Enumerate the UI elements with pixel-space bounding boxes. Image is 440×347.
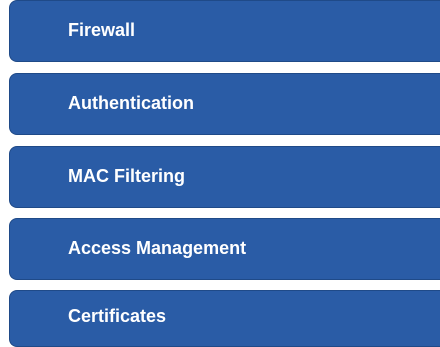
menu-item-label: Authentication	[68, 93, 194, 113]
menu-item-certificates[interactable]: Certificates	[9, 290, 440, 347]
menu-item-label: Firewall	[68, 20, 136, 40]
menu-item-authentication[interactable]: Authentication	[9, 73, 440, 135]
menu-item-label: MAC Filtering	[68, 166, 185, 186]
menu-item-mac-filtering[interactable]: MAC Filtering	[9, 146, 440, 208]
menu-item-label: Access Management	[68, 238, 247, 258]
menu-item-access-management[interactable]: Access Management	[9, 218, 440, 280]
menu-item-label: Certificates	[68, 306, 167, 326]
security-menu: Firewall Authentication MAC Filtering Ac…	[0, 0, 440, 347]
menu-item-firewall[interactable]: Firewall	[9, 0, 440, 62]
